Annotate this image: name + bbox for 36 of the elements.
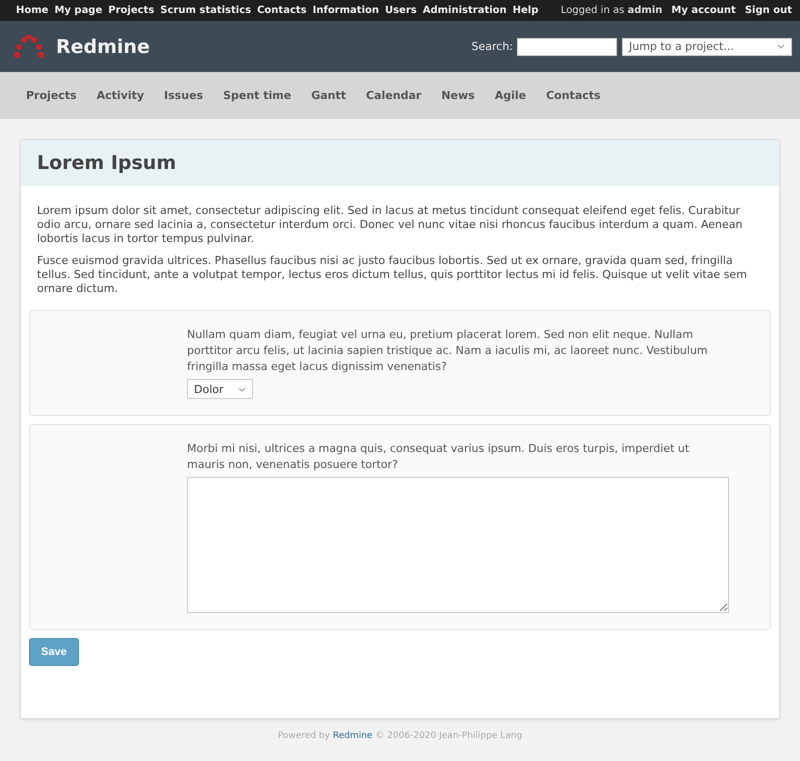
main-menu-tab[interactable]: Spent time bbox=[223, 89, 292, 102]
top-menu-link[interactable]: Home bbox=[16, 5, 48, 16]
account-link[interactable]: My account bbox=[671, 5, 736, 16]
project-jump-dropdown[interactable]: Jump to a project... bbox=[622, 38, 792, 56]
page-title: Lorem Ipsum bbox=[37, 152, 178, 174]
top-menu-link[interactable]: Information bbox=[312, 5, 379, 16]
main-menu-tab[interactable]: News bbox=[441, 89, 475, 102]
search-label: Search: bbox=[472, 40, 513, 53]
main-menu-tab[interactable]: Projects bbox=[26, 89, 77, 102]
chevron-down-icon bbox=[777, 44, 785, 49]
main-menu-tab[interactable]: Contacts bbox=[546, 89, 601, 102]
top-menu-link[interactable]: Projects bbox=[108, 5, 154, 16]
question-text: Nullam quam diam, feugiat vel urna eu, pretium placerat lorem. Sed non elit neque. Nullam porttitor arcu felis, ut lacinia sapien tristique ac. Nam a iaculis mi, ac laoreet nunc. Vestibulum fringilla massa eget lacus dignissim venenatis? bbox=[187, 327, 709, 375]
question-text: Morbi mi nisi, ultrices a magna quis, consequat varius ipsum. Duis eros turpis, imperdiet ut mauris non, venenatis posuere tortor? bbox=[187, 441, 690, 473]
top-menu-link[interactable]: My page bbox=[54, 5, 102, 16]
top-menu-link[interactable]: Help bbox=[512, 5, 538, 16]
site-title: Redmine bbox=[56, 36, 150, 58]
top-menu-link[interactable]: Contacts bbox=[257, 5, 307, 16]
main-menu-tab[interactable]: Agile bbox=[494, 89, 526, 102]
main-menu-tab[interactable]: Issues bbox=[164, 89, 204, 102]
logo-icon bbox=[12, 34, 46, 60]
main-menu-tab[interactable]: Activity bbox=[96, 89, 144, 102]
top-menu-link[interactable]: Users bbox=[384, 5, 417, 16]
logged-in-text: Logged in as admin bbox=[560, 5, 662, 16]
main-menu-tab[interactable]: Gantt bbox=[311, 89, 346, 102]
paragraph: Lorem ipsum dolor sit amet, consectetur adipiscing elit. Sed in lacus at metus tincidunt consequat eleifend eget felis. Curabitur odio arcu, ornare sed lacinia a, consectetur interdum orci. Donec vel nunc vitae nisi rhoncus faucibus interdum a quam. Aenean lobortis lacus in tortor tempus pulvinar. bbox=[37, 204, 744, 246]
paragraph: Fusce euismod gravida ultrices. Phasellus faucibus nisi ac justo faucibus lobortis. Sed ut ex ornare, gravida quam sed, fringilla tellus. Sed tincidunt, ante a volutpat tempor, lectus eros dictum tellus, quis porttitor lectus mi id felis. Quisque ut velit vitae sem ornare dictum. bbox=[37, 254, 748, 296]
footer-text: Powered by Redmine © 2006-2020 Jean-Philippe Lang bbox=[276, 730, 524, 743]
top-menu-link[interactable]: Administration bbox=[422, 5, 507, 16]
chevron-down-icon bbox=[238, 386, 246, 392]
answer-dropdown[interactable]: Dolor bbox=[187, 379, 253, 399]
top-menu-link[interactable]: Scrum statistics bbox=[160, 5, 252, 16]
main-menu-tab[interactable]: Calendar bbox=[366, 89, 422, 102]
search-field[interactable] bbox=[517, 38, 617, 56]
account-link[interactable]: Sign out bbox=[744, 5, 792, 16]
footer-link[interactable]: Redmine bbox=[332, 731, 372, 741]
